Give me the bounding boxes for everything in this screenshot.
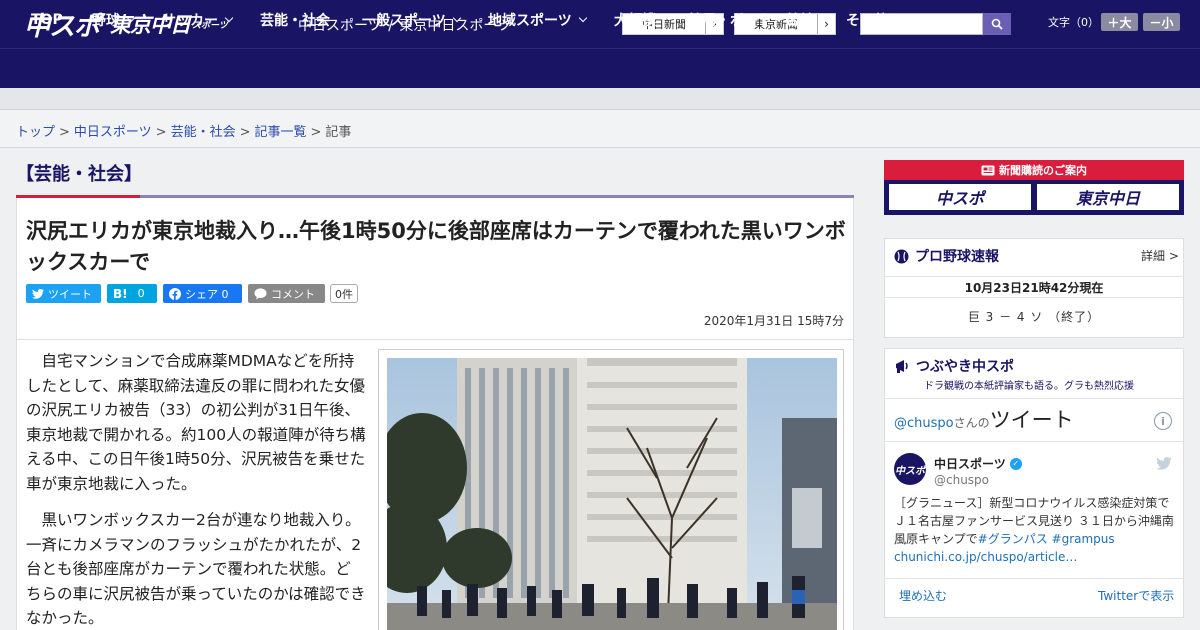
courthouse-photo xyxy=(387,358,837,630)
search-button[interactable] xyxy=(983,13,1011,35)
comment-label: コメント xyxy=(271,287,315,301)
tweets-title: つぶやき中スポ xyxy=(894,356,1014,376)
nav-label: 競馬・ボート・競輪 xyxy=(688,13,814,29)
tweets-subtitle: ドラ観戦の本紙評論家も語る。グラも熱烈応援 xyxy=(924,381,1134,392)
nav-label: 芸能・社会 xyxy=(260,13,330,29)
breadcrumb: トップ > 中日スポーツ > 芸能・社会 > 記事一覧 > 記事 xyxy=(0,110,1200,148)
megaphone-icon xyxy=(896,360,908,373)
nav-item-soccer[interactable]: サッカー xyxy=(162,0,234,40)
tweet-hashtags[interactable]: #グランパス #grampus xyxy=(978,532,1115,546)
subscribe-tokyo-chunichi-logo[interactable]: 東京中日 xyxy=(1036,183,1180,211)
breadcrumb-separator: > xyxy=(59,125,70,140)
nav-item-other[interactable]: その他 xyxy=(846,0,904,40)
main-nav xyxy=(0,48,1200,88)
category-heading: 【芸能・社会】 xyxy=(16,164,142,185)
avatar[interactable]: 中スポ xyxy=(894,453,926,485)
breadcrumb-article-list[interactable]: 記事一覧 xyxy=(255,125,307,140)
article-photo-frame[interactable] xyxy=(378,349,844,630)
nav-item-regional-sports[interactable]: 地域スポーツ xyxy=(488,0,587,40)
header-band xyxy=(0,88,1200,110)
subscribe-chuspo-logo[interactable]: 中スポ xyxy=(888,183,1032,211)
breadcrumb-top[interactable]: トップ xyxy=(16,125,55,140)
chevron-down-icon xyxy=(126,13,136,23)
twitter-bird-icon xyxy=(32,288,44,299)
breadcrumb-entertainment[interactable]: 芸能・社会 xyxy=(171,125,236,140)
hatena-count: 0 xyxy=(137,287,145,300)
nav-item-entertainment[interactable]: 芸能・社会 xyxy=(260,0,330,40)
tweet-button[interactable]: ツイート xyxy=(26,284,101,303)
article-paragraph: 自宅マンションで合成麻薬MDMAなどを所持したとして、麻薬取締法違反の罪に問われ… xyxy=(26,352,366,493)
baseball-score-title: プロ野球速報 xyxy=(894,246,999,266)
facebook-share-button[interactable]: シェア 0 xyxy=(163,284,242,303)
tweet-text: ［グラニュース］新型コロナウイルス感染症対策でＪ１名古屋ファンサービス見送り ３… xyxy=(894,494,1176,566)
chevron-down-icon xyxy=(578,13,587,23)
newspaper-icon xyxy=(981,165,995,175)
font-size-down-button[interactable]: －小 xyxy=(1143,13,1180,31)
speech-bubble-icon xyxy=(254,287,267,299)
info-icon[interactable]: i xyxy=(1154,412,1172,430)
facebook-share-label: シェア 0 xyxy=(185,287,229,301)
tweet-author-username[interactable]: @chuspo xyxy=(934,473,989,487)
timeline-divider xyxy=(884,441,1184,442)
comment-count-badge: 0件 xyxy=(330,284,358,303)
article-headline: 沢尻エリカが東京地裁入り…午後1時50分に後部座席はカーテンで覆われた黒いワンボ… xyxy=(26,219,846,274)
font-size-up-button[interactable]: ＋大 xyxy=(1101,13,1138,31)
timeline-san: さんの xyxy=(953,416,990,430)
nav-label: その他 xyxy=(846,13,888,29)
tweet-link[interactable]: chunichi.co.jp/chuspo/article… xyxy=(894,550,1077,564)
breadcrumb-separator: > xyxy=(310,125,322,140)
nav-label: サッカー xyxy=(162,13,218,29)
font-size-label: 文字（0） xyxy=(1048,16,1099,29)
article-body: 自宅マンションで合成麻薬MDMAなどを所持したとして、麻薬取締法違反の罪に問われ… xyxy=(26,349,366,630)
nav-label: TOP xyxy=(31,12,63,28)
timeline-title: ツイート xyxy=(989,408,1074,432)
courthouse-photo-image xyxy=(387,358,837,630)
timeline-handle-link[interactable]: @chuspo xyxy=(894,416,954,431)
nav-label: 地域スポーツ xyxy=(488,13,572,29)
nav-label: 大相撲 xyxy=(614,13,656,29)
baseball-score-title-text: プロ野球速報 xyxy=(915,249,999,265)
nav-label: 一般スポーツ xyxy=(362,13,446,29)
hatena-bookmark-button[interactable]: B! 0 xyxy=(107,284,157,303)
breadcrumb-separator: > xyxy=(239,125,251,140)
subscription-heading: 新聞購読のご案内 xyxy=(884,160,1184,180)
subscription-title: 新聞購読のご案内 xyxy=(999,164,1087,177)
baseball-score-line[interactable]: 巨 3 － 4 ソ （終了） xyxy=(884,308,1184,325)
chevron-right-icon: › xyxy=(817,14,835,34)
nav-item-general-sports[interactable]: 一般スポーツ xyxy=(362,0,461,40)
nav-item-racing[interactable]: 競馬・ボート・競輪 xyxy=(688,0,814,40)
nav-item-baseball[interactable]: 野球 xyxy=(92,0,136,40)
chevron-down-icon xyxy=(224,13,234,23)
comment-button[interactable]: コメント xyxy=(248,284,325,303)
facebook-icon xyxy=(169,287,181,300)
chevron-down-icon xyxy=(452,13,461,23)
chevron-down-icon xyxy=(894,13,904,23)
verified-badge-icon: ✓ xyxy=(1009,457,1022,470)
nav-item-sumo[interactable]: 大相撲 xyxy=(614,0,656,40)
timeline-footer-divider xyxy=(884,578,1184,579)
breadcrumb-current: 記事 xyxy=(325,125,352,140)
nav-label: 野球 xyxy=(92,13,120,29)
tweet-label: ツイート xyxy=(48,287,92,301)
tweet-author-name-text: 中日スポーツ xyxy=(934,457,1006,471)
tweet-author-name[interactable]: 中日スポーツ ✓ xyxy=(934,455,1022,472)
breadcrumb-separator: > xyxy=(155,125,167,140)
baseball-icon xyxy=(894,249,909,263)
twitter-bird-icon[interactable] xyxy=(1156,455,1172,474)
article-paragraph: 黒いワンボックスカー2台が連なり地裁入り。一斉にカメラマンのフラッシュがたかれた… xyxy=(26,511,366,627)
timeline-header: @chuspo さんの ツイート xyxy=(894,404,1074,434)
search-icon xyxy=(991,18,1003,30)
baseball-detail-link[interactable]: 詳細 > xyxy=(1141,247,1179,264)
view-on-twitter-link[interactable]: Twitterで表示 xyxy=(1098,587,1174,604)
hatena-icon: B! xyxy=(113,286,128,301)
baseball-score-time: 10月23日21時42分現在 xyxy=(884,276,1184,298)
article-date: 2020年1月31日 15時7分 xyxy=(703,314,844,328)
embed-link[interactable]: 埋め込む xyxy=(899,587,947,604)
tweets-title-text: つぶやき中スポ xyxy=(916,359,1014,375)
nav-item-top[interactable]: TOP xyxy=(31,0,63,40)
breadcrumb-chunichi-sports[interactable]: 中日スポーツ xyxy=(74,125,152,140)
